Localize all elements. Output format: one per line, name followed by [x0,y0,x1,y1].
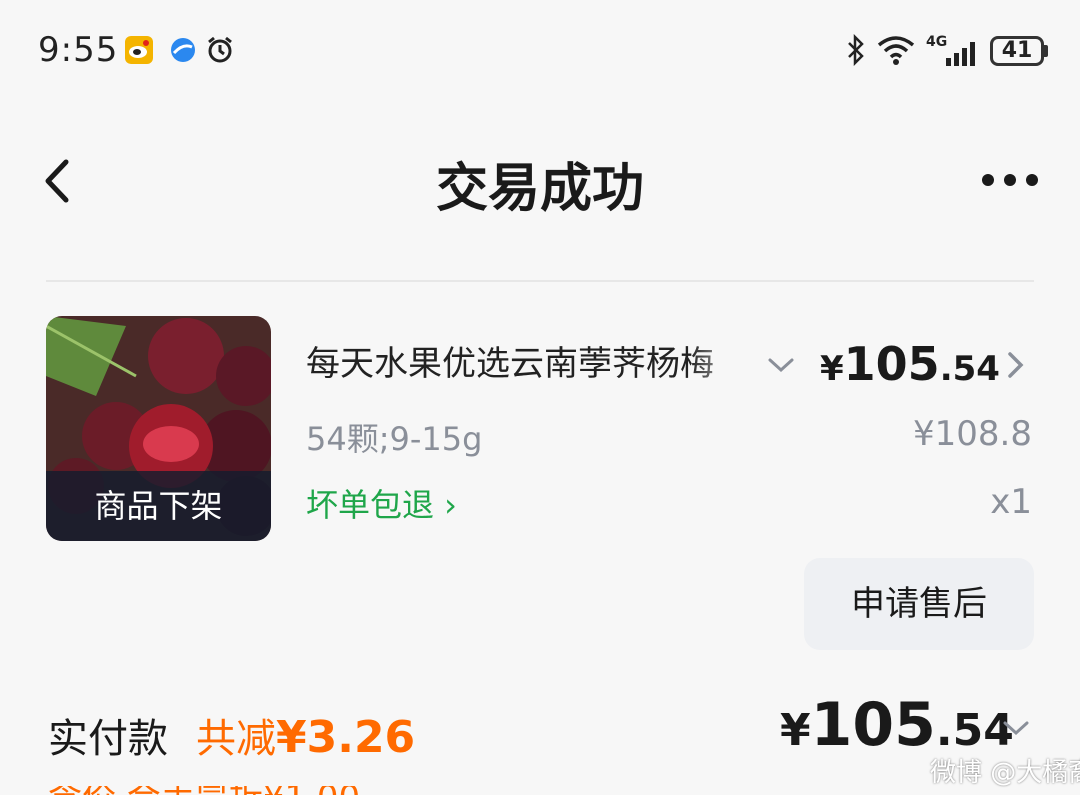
weibo-icon [125,36,153,64]
watermark: 微博 @大橘裔锭 [930,758,1080,788]
discount-value: ¥3.26 [276,712,416,763]
battery-level: 41 [1001,38,1033,63]
name-fade [690,330,752,386]
header: 交易成功 [0,120,1080,240]
apply-aftersale-button[interactable]: 申请售后 [804,558,1034,650]
wifi-icon [877,36,915,65]
product-name[interactable]: 每天水果优选云南荸荠杨梅 [306,336,751,385]
total-integer: 105 [810,690,936,760]
total-discount: 共减¥3.26 [196,706,415,764]
expand-total-chevron-icon[interactable] [1000,714,1032,742]
header-divider [46,280,1034,282]
alarm-icon [208,36,232,63]
chevron-down-icon[interactable] [766,352,796,378]
paid-amount-label: 实付款 [48,716,168,762]
delisted-banner: 商品下架 [46,471,271,541]
status-bar: 9:55 4G 41 [0,0,1080,100]
browser-icon [171,38,195,62]
more-dots-icon[interactable] [972,162,1052,198]
original-price: ¥108.8 [913,414,1032,454]
total-currency: ¥ [780,705,811,756]
paid-total[interactable]: ¥105.54 [780,690,1014,760]
price-decimal: .54 [939,349,1000,389]
product-spec: 54颗;9-15g [306,420,483,458]
discount-detail-line: 含价 合手冒折¥1.00 [48,786,388,795]
discount-prefix: 共减 [196,716,276,762]
product-price[interactable]: ¥105.54 [820,337,1000,391]
page-title: 交易成功 [435,159,644,219]
signal-icon [946,42,975,66]
product-thumbnail[interactable]: 商品下架 [46,316,271,541]
return-policy-link[interactable]: 坏单包退 › [306,480,457,526]
price-integer: 105 [843,337,940,391]
bluetooth-icon [848,34,864,66]
status-time: 9:55 [38,30,119,70]
chevron-right-icon[interactable] [1002,348,1028,382]
product-quantity: x1 [990,482,1032,522]
battery-icon: 41 [990,36,1048,66]
price-currency: ¥ [820,349,844,389]
